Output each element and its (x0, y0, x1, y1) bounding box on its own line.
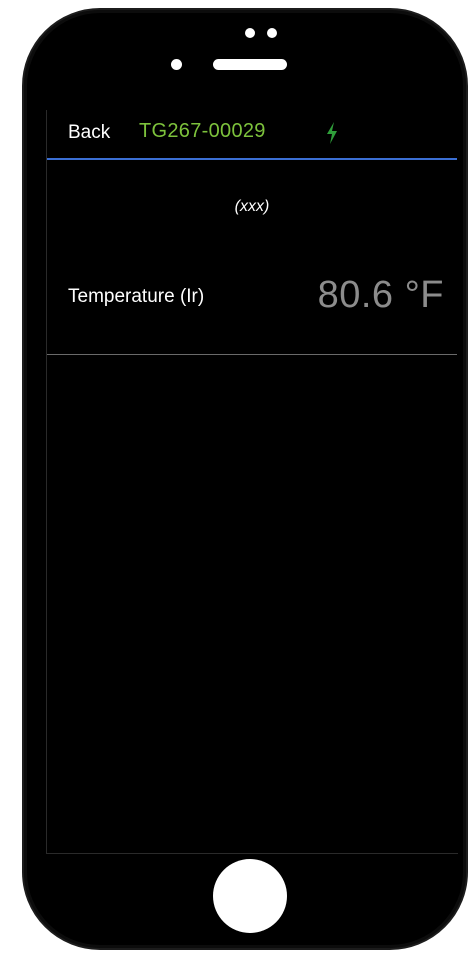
temperature-label: Temperature (Ir) (68, 286, 205, 307)
lightning-bolt-icon (327, 122, 337, 144)
temperature-reading-row: Temperature (Ir) 80.6 °F (47, 260, 457, 355)
earpiece-speaker (213, 59, 287, 70)
temperature-value: 80.6 °F (317, 274, 444, 316)
sensor-subtitle: (xxx) (234, 198, 270, 215)
navigation-bar: Back TG267-00029 (47, 110, 457, 160)
device-id-title: TG267-00029 (139, 120, 266, 142)
sensor-dot-right (267, 28, 277, 38)
app-screen: Back TG267-00029 (xxx) Temperature (Ir) … (46, 110, 458, 854)
front-camera (171, 59, 182, 70)
back-button[interactable]: Back (68, 122, 110, 144)
home-button[interactable] (213, 859, 287, 933)
sensor-dot-left (245, 28, 255, 38)
